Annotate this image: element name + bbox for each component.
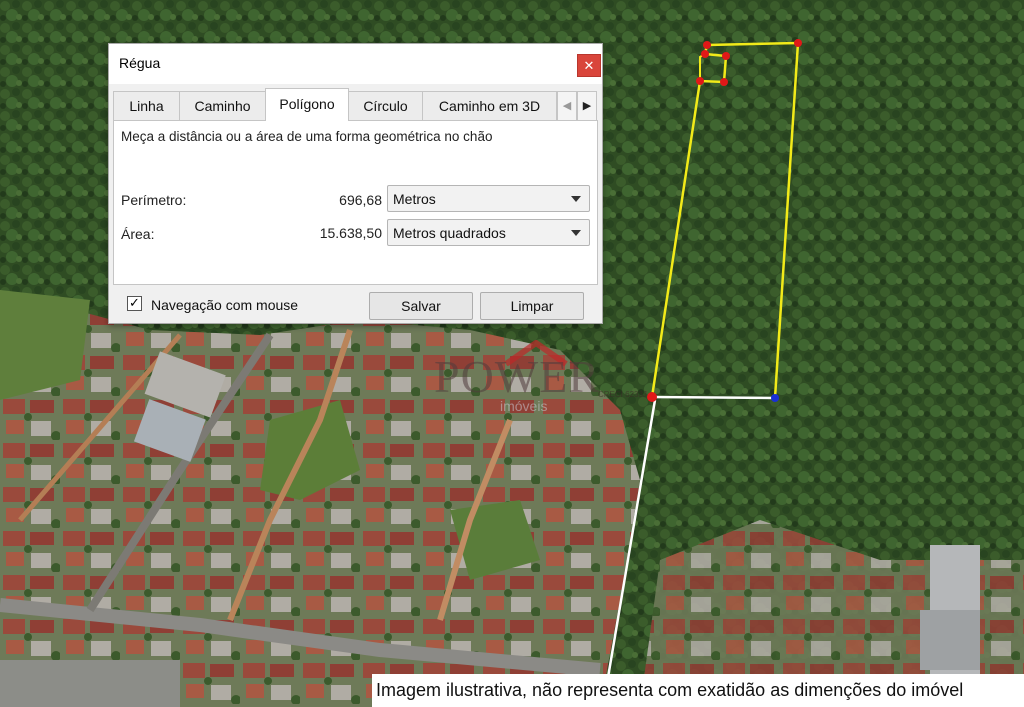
perimeter-unit-value: Metros xyxy=(393,191,436,207)
watermark: POWER imóveis CRECI 6233J xyxy=(430,340,650,420)
tab-linha[interactable]: Linha xyxy=(113,91,180,120)
polygon-vertex xyxy=(703,41,711,49)
polygon-active-vertex xyxy=(771,394,779,402)
polygon-vertex xyxy=(722,52,730,60)
mouse-navigation-label: Navegação com mouse xyxy=(151,297,299,313)
polygon-vertex xyxy=(696,77,704,85)
tab-caminho-em-3d[interactable]: Caminho em 3D xyxy=(422,91,557,120)
ruler-dialog: Régua ✕ Linha Caminho Polígono Círculo C… xyxy=(108,43,603,324)
perimeter-label: Perímetro: xyxy=(121,192,187,208)
area-unit-value: Metros quadrados xyxy=(393,225,506,241)
polygon-panel: Meça a distância ou a área de uma forma … xyxy=(113,120,598,285)
polygon-closing-edge xyxy=(651,395,776,400)
area-label: Área: xyxy=(121,226,155,242)
watermark-creci: CRECI 6233J xyxy=(598,390,647,399)
chevron-down-icon xyxy=(571,196,581,202)
image-caption: Imagem ilustrativa, não representa com e… xyxy=(372,674,1024,707)
watermark-logo-text: POWER xyxy=(434,351,600,402)
watermark-subtitle: imóveis xyxy=(500,398,548,414)
chevron-left-icon[interactable]: ◀ xyxy=(557,91,577,121)
dialog-title: Régua xyxy=(119,55,161,71)
tab-caminho[interactable]: Caminho xyxy=(179,91,266,120)
chevron-right-icon[interactable]: ▶ xyxy=(577,91,597,121)
polygon-vertex xyxy=(720,78,728,86)
mouse-navigation-checkbox[interactable]: ✓ xyxy=(127,296,142,311)
clear-button[interactable]: Limpar xyxy=(480,292,584,320)
polygon-vertex xyxy=(794,39,802,47)
area-unit-select[interactable]: Metros quadrados xyxy=(387,219,590,246)
tab-circulo[interactable]: Círculo xyxy=(348,91,423,120)
chevron-down-icon xyxy=(571,230,581,236)
dialog-titlebar[interactable]: Régua ✕ xyxy=(109,44,602,84)
tab-bar: Linha Caminho Polígono Círculo Caminho e… xyxy=(113,88,598,121)
panel-description: Meça a distância ou a área de uma forma … xyxy=(121,129,493,144)
close-icon[interactable]: ✕ xyxy=(577,54,601,77)
perimeter-value: 696,68 xyxy=(339,192,382,208)
polygon-vertex xyxy=(701,50,709,58)
area-value: 15.638,50 xyxy=(319,225,382,241)
tab-poligono[interactable]: Polígono xyxy=(265,88,349,121)
perimeter-unit-select[interactable]: Metros xyxy=(387,185,590,212)
save-button[interactable]: Salvar xyxy=(369,292,473,320)
